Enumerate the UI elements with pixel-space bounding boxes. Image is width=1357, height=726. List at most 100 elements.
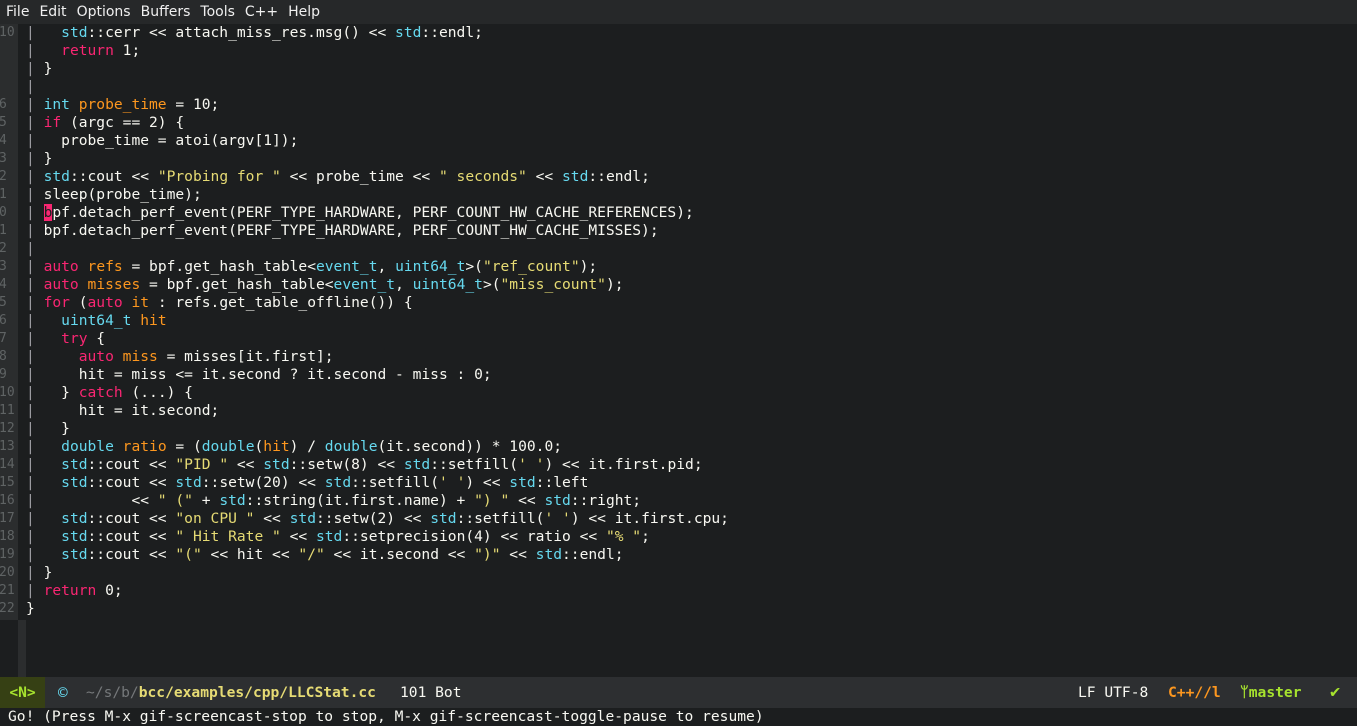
code-token: 1; [113, 42, 141, 59]
code-token: auto [43, 276, 79, 293]
code-token: miss [122, 348, 158, 365]
code-token: bpf.detach_perf_event(PERF_TYPE_HARDWARE… [43, 222, 659, 239]
code-token: std [324, 474, 352, 491]
line-number: 12 [0, 421, 15, 436]
code-token: ' ' [439, 474, 466, 491]
code-token: std [61, 474, 88, 491]
code-text: | hit = miss <= it.second ? it.second - … [26, 366, 492, 384]
code-token: | [26, 258, 44, 275]
code-token: std [61, 528, 88, 545]
line-number: 18 [0, 529, 15, 544]
code-token: << probe_time << [280, 168, 439, 185]
code-token: ::string(it.first.name) + [245, 492, 475, 509]
code-token: return [61, 42, 114, 59]
code-token: it [131, 294, 150, 311]
code-token: ::cerr << attach_miss_res.msg() << [87, 24, 396, 41]
menu-item-tools[interactable]: Tools [194, 0, 235, 24]
code-token: std [315, 528, 343, 545]
code-token: "miss_count" [500, 276, 606, 293]
code-token: (...) { [122, 384, 193, 401]
evil-state-indicator: <N> [0, 677, 45, 708]
line-number [0, 42, 18, 60]
code-token: ::endl; [562, 546, 624, 563]
code-token: "(" [175, 546, 202, 563]
code-text: | } [26, 564, 52, 582]
code-token: refs [87, 258, 123, 275]
code-token: ' ' [544, 510, 571, 527]
code-token: << [254, 510, 290, 527]
major-mode[interactable]: C++//l [1168, 677, 1221, 708]
code-token: uint64_t [395, 258, 466, 275]
code-token: { [87, 330, 106, 347]
code-text: | std::cout << std::setw(20) << std::set… [26, 474, 588, 492]
code-token: ; [641, 528, 650, 545]
code-token: "/" [298, 546, 325, 563]
code-token: hit [263, 438, 290, 455]
path-file: bcc/examples/cpp/LLCStat.cc [138, 684, 376, 701]
line-number: 5 [0, 295, 7, 310]
menu-item-cplus[interactable]: C++ [239, 0, 278, 24]
code-text: | return 1; [26, 42, 140, 60]
code-token: , [377, 258, 396, 275]
echo-area: Go! (Press M-x gif-screencast-stop to st… [0, 708, 1357, 726]
code-token: } [61, 384, 79, 401]
fringe [18, 620, 26, 677]
code-token: << hit << [201, 546, 299, 563]
code-token: | [26, 42, 62, 59]
line-number: 2 [0, 169, 7, 184]
code-token: << [131, 492, 158, 509]
code-token: ) / [289, 438, 325, 455]
code-token: | [26, 24, 62, 41]
code-token: "PID " [175, 456, 229, 473]
code-text: | return 0; [26, 582, 123, 600]
code-token: if [43, 114, 62, 131]
menu-item-help[interactable]: Help [282, 0, 320, 24]
menu-item-buffers[interactable]: Buffers [135, 0, 191, 24]
menu-item-edit[interactable]: Edit [33, 0, 66, 24]
line-number: 16 [0, 493, 15, 508]
code-token: uint64_t [412, 276, 483, 293]
code-token: } [43, 564, 53, 581]
code-token: double [201, 438, 255, 455]
code-token: uint64_t [61, 312, 132, 329]
line-number: 11 [0, 403, 15, 418]
buffer-file-path[interactable]: ~/s/b/bcc/examples/cpp/LLCStat.cc [86, 677, 376, 708]
code-token: | [26, 330, 62, 347]
code-token: | [26, 96, 44, 113]
code-token: << [509, 492, 545, 509]
line-number [0, 60, 18, 78]
checkmark-icon: ✔ [1330, 682, 1341, 702]
code-token: std [263, 456, 290, 473]
code-token: std [403, 456, 431, 473]
code-token: ::cout << [87, 510, 176, 527]
code-token: std [395, 24, 422, 41]
file-encoding[interactable]: LF UTF-8 [1078, 677, 1148, 708]
line-number: 22 [0, 601, 15, 616]
menu-item-file[interactable]: File [0, 0, 29, 24]
code-token: | [26, 402, 79, 419]
code-token: | [26, 312, 62, 329]
code-token: ") " [474, 492, 510, 509]
code-text: | probe_time = atoi(argv[1]); [26, 132, 298, 150]
vcs-branch[interactable]: ᛘmaster [1240, 677, 1301, 708]
line-number: 8 [0, 349, 7, 364]
buffer-position: 101 Bot [400, 684, 462, 701]
line-number: 19 [0, 547, 15, 562]
code-token: | [26, 528, 62, 545]
code-token: ::right; [570, 492, 642, 509]
code-token: << [228, 456, 264, 473]
code-token: << [500, 546, 536, 563]
line-number: 3 [0, 151, 7, 166]
code-text: } [26, 600, 35, 618]
editor-window[interactable]: 10 | std::cerr << attach_miss_res.msg() <… [0, 24, 1357, 677]
code-token: std [535, 546, 563, 563]
menu-item-options[interactable]: Options [71, 0, 131, 24]
code-token: = bpf.get_hash_table< [122, 258, 316, 275]
code-token: 0; [96, 582, 123, 599]
code-token: >( [465, 258, 483, 275]
line-number: 1 [0, 187, 7, 202]
line-number: 6 [0, 313, 7, 328]
